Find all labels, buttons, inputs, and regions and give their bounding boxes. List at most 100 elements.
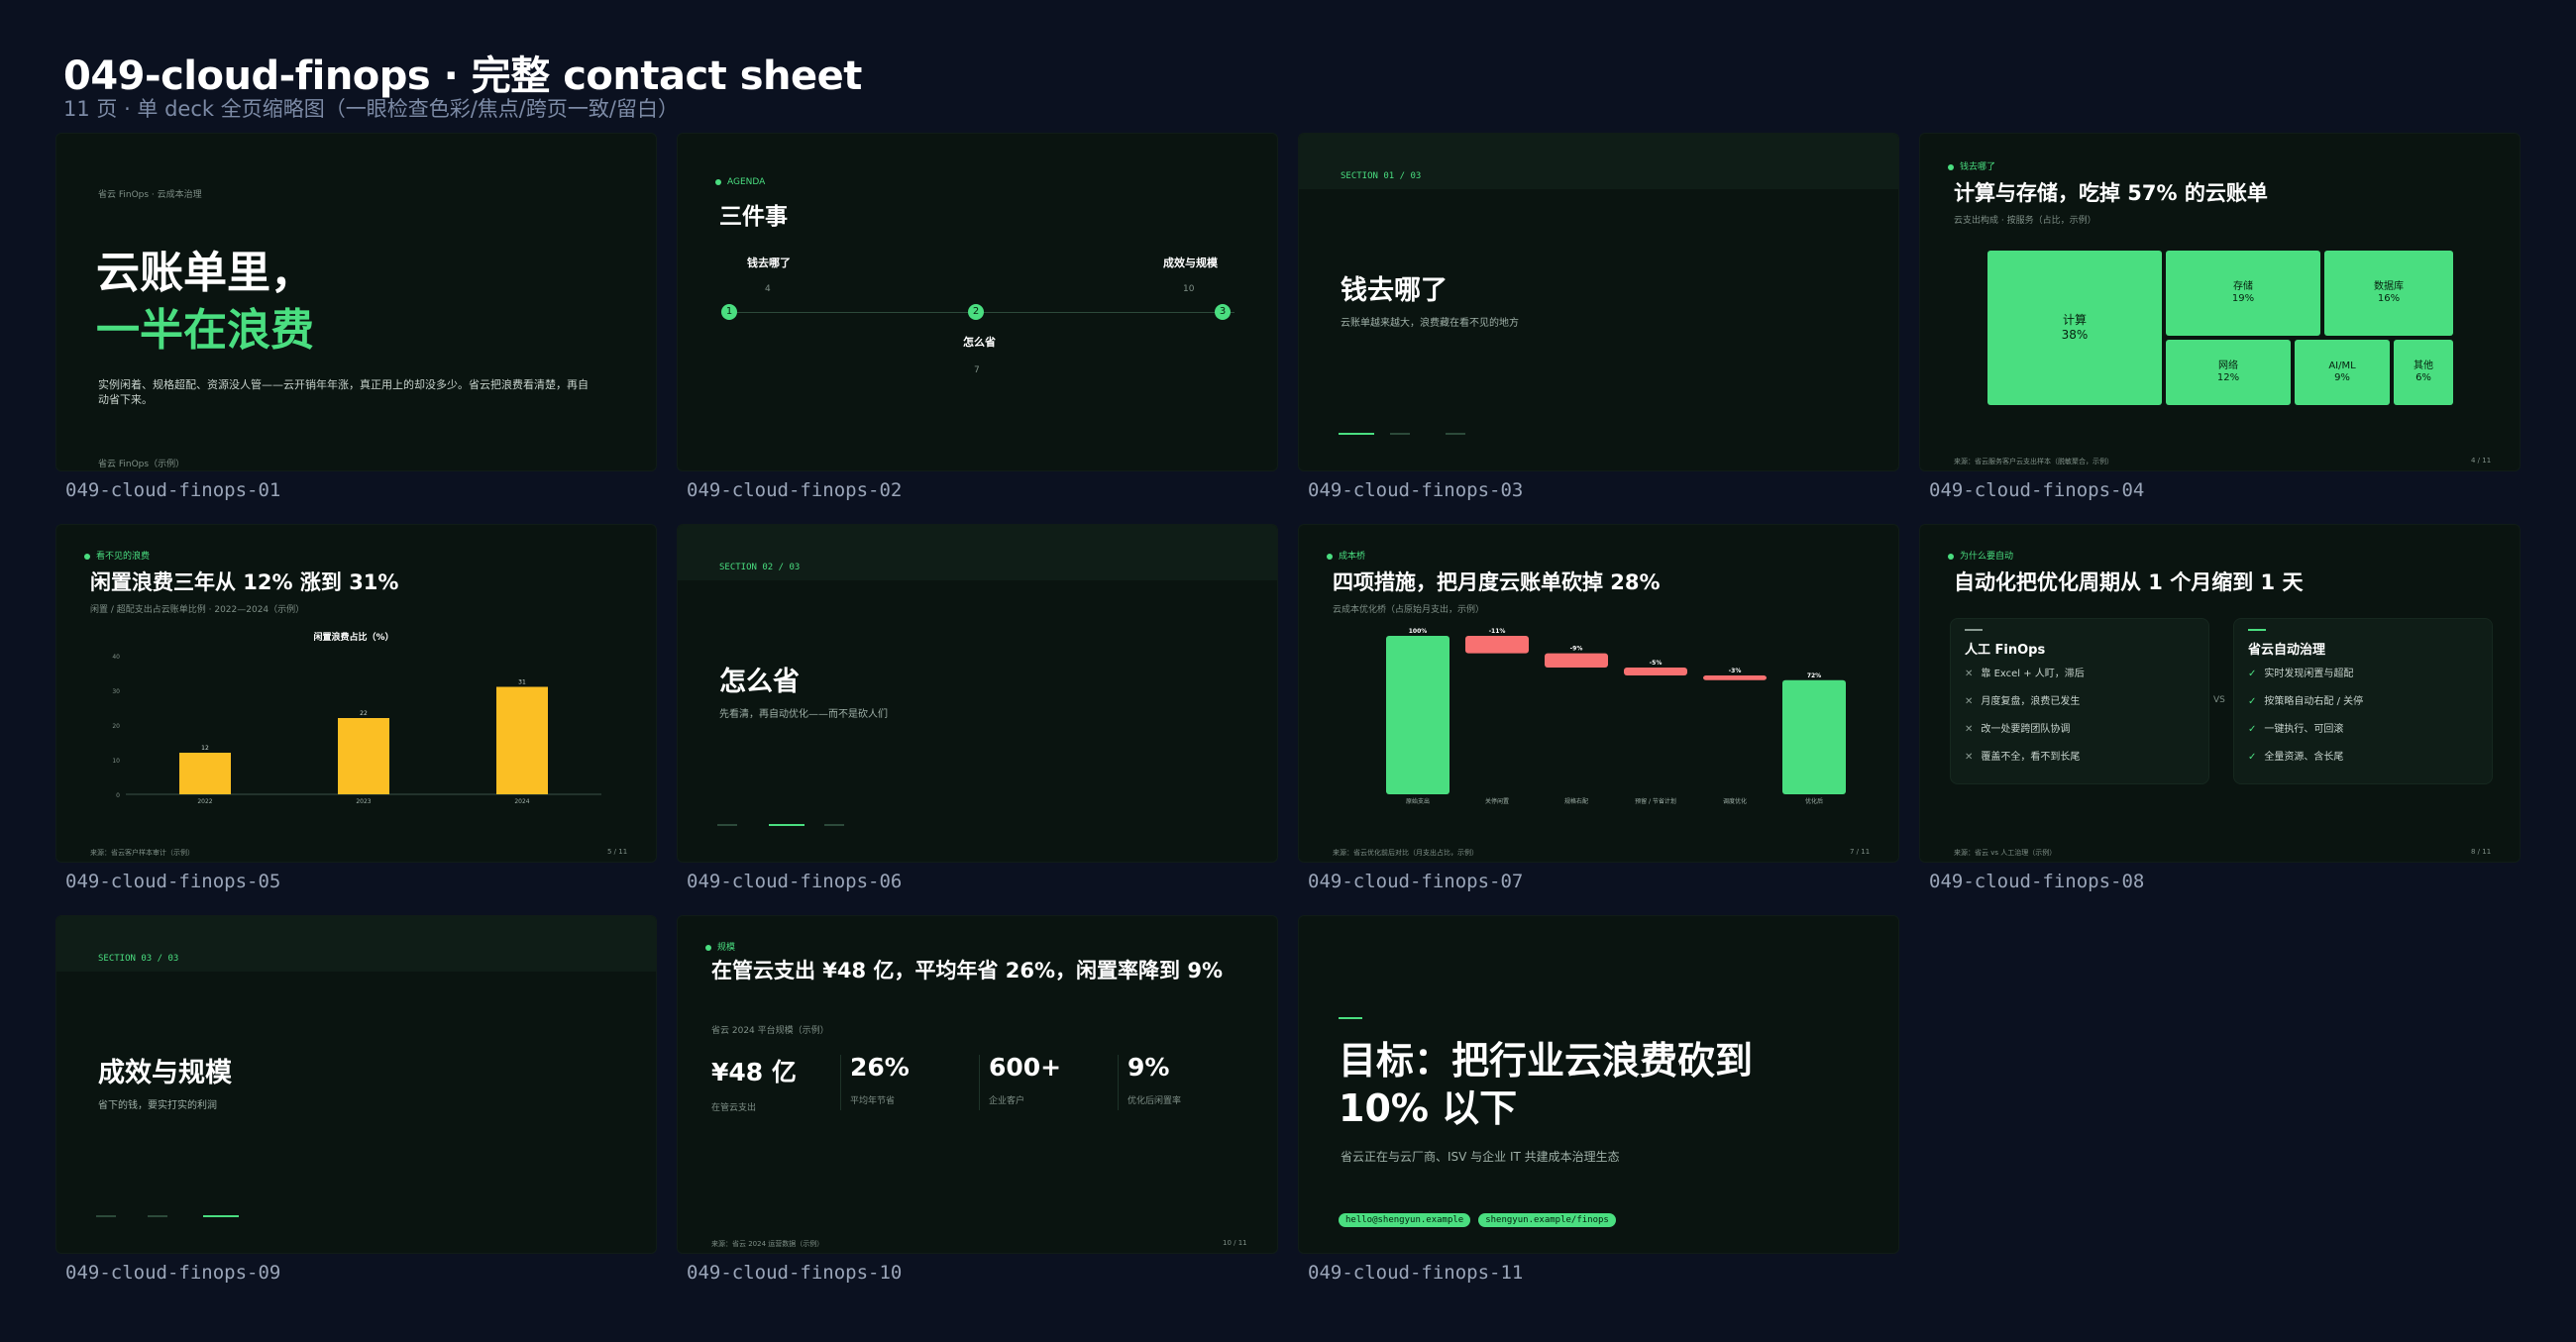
progress-step [824,824,844,826]
slide-caption-08: 049-cloud-finops-08 [1929,871,2145,892]
slide-sub: 云账单越来越大，浪费藏在看不见的地方 [1341,318,1519,329]
treemap-cell-value: 12% [2216,372,2240,383]
kpi-label: 企业客户 [989,1096,1025,1106]
chart-bars: 100% 原始支出 -11% 关停闲置 -9% 规格右配 -5% 预留 / 节省计划 -3% 调度… [1386,628,1846,805]
slide-sub: 先看清，再自动优化——而不是砍人们 [719,709,888,720]
treemap-cell-database: 数据库 16% [2324,251,2453,336]
kpi-value: 9% [1127,1053,1170,1082]
treemap-cell-network: 网络 12% [2166,340,2291,405]
agenda-item-label: 成效与规模 [1163,257,1218,269]
kpi-block: ¥48 亿 在管云支出 [711,1053,840,1113]
treemap-cell-value: 9% [2334,372,2350,383]
y-tick-label: 40 [112,654,120,661]
agenda-item-label: 钱去哪了 [747,257,791,269]
panel-accent [2248,629,2266,631]
slide-thumbnail-11[interactable]: 目标：把行业云浪费砍到 10% 以下 省云正在与云厂商、ISV 与企业 IT 共… [1298,915,1899,1254]
treemap-cell-compute: 计算 38% [1987,251,2162,405]
bar-value-label: -11% [1489,628,1506,635]
slide-thumbnail-08[interactable]: 为什么要自动 自动化把优化周期从 1 个月缩到 1 天 人工 FinOps ✕ 靠… [1919,524,2521,863]
contact-url-pill[interactable]: shengyun.example/finops [1478,1213,1616,1227]
slide-thumbnail-04[interactable]: 钱去哪了 计算与存储，吃掉 57% 的云账单 云支出构成 · 按服务（占比，示例… [1919,133,2521,471]
kpi-divider [1118,1055,1119,1110]
panel-accent [1965,629,1983,631]
slide-thumbnail-01[interactable]: 省云 FinOps · 云成本治理 云账单里， 一半在浪费 实例闲着、规格超配、… [55,133,657,471]
slide-label: AGENDA [727,177,766,187]
bullet-icon [1948,553,1954,560]
progress-step [717,824,737,826]
chart-bar [179,753,231,794]
check-icon: ✓ [2248,724,2257,735]
manual-finops-panel: 人工 FinOps ✕ 靠 Excel + 人盯，滞后 ✕ 月度复盘，浪费已发生 ✕… [1950,618,2209,784]
slide-sub: 省下的钱，要实打实的利润 [98,1100,217,1111]
check-icon: ✓ [2248,752,2257,763]
title-accent [1339,1017,1362,1019]
progress-step-active [203,1215,239,1217]
progress-step [96,1215,116,1217]
treemap-cell-name: 其他 [2414,360,2433,371]
slide-thumbnail-09[interactable]: SECTION 03 / 03 成效与规模 省下的钱，要实打实的利润 [55,915,657,1254]
panel-title: 人工 FinOps [1965,643,2046,658]
slide-label: 钱去哪了 [1960,162,1996,172]
progress-step [1446,433,1465,435]
slide-title: 成效与规模 [98,1058,232,1088]
page-number: 10 / 11 [1223,1239,1247,1247]
slide-thumbnail-06[interactable]: SECTION 02 / 03 怎么省 先看清，再自动优化——而不是砍人们 [677,524,1278,863]
slide-sub: 省云 2024 平台规模（示例） [711,1026,829,1036]
kpi-label: 在管云支出 [711,1103,757,1113]
treemap-cell-value: 6% [2415,372,2431,383]
waterfall-step-bar [1465,636,1529,654]
slide-thumbnail-03[interactable]: SECTION 01 / 03 钱去哪了 云账单越来越大，浪费藏在看不见的地方 [1298,133,1899,471]
auto-governance-panel: 省云自动治理 ✓ 实时发现闲置与超配 ✓ 按策略自动右配 / 关停 ✓ 一键执行、可回… [2233,618,2493,784]
slide-kicker: 省云 FinOps · 云成本治理 [98,190,202,200]
slide-title: 钱去哪了 [1341,275,1448,306]
page-number: 7 / 11 [1850,848,1871,856]
panel-item: 改一处要跨团队协调 [1981,724,2071,735]
agenda-item-page: 4 [765,284,771,294]
kpi-divider [840,1055,841,1110]
panel-item: 覆盖不全，看不到长尾 [1981,752,2081,763]
slide-title: 自动化把优化周期从 1 个月缩到 1 天 [1954,570,2304,594]
slide-thumbnail-07[interactable]: 成本桥 四项措施，把月度云账单砍掉 28% 云成本优化桥（占原始月支出，示例） … [1298,524,1899,863]
bar-value-label: -5% [1650,660,1663,667]
agenda-item-page: 7 [974,365,980,375]
progress-step [1390,433,1410,435]
slide-footer: 来源：省云客户样本审计（示例） [90,849,194,857]
bar-value-label: 72% [1807,672,1821,679]
slide-caption-09: 049-cloud-finops-09 [65,1262,281,1284]
slide-caption-07: 049-cloud-finops-07 [1308,871,1524,892]
contact-email-pill[interactable]: hello@shengyun.example [1339,1213,1471,1227]
waterfall-total-bar [1386,636,1449,794]
treemap-cell-aiml: AI/ML 9% [2295,340,2390,405]
waterfall-step-bar [1624,668,1687,675]
page-number: 5 / 11 [607,848,628,856]
cross-icon: ✕ [1965,752,1974,763]
x-tick-label: 原始支出 [1406,797,1430,805]
slide-title: 三件事 [719,204,788,230]
slide-caption-04: 049-cloud-finops-04 [1929,479,2145,501]
kpi-block: 600+ 企业客户 [989,1053,1118,1106]
bar-value-label: -9% [1570,646,1583,653]
slide-thumbnail-05[interactable]: 看不见的浪费 闲置浪费三年从 12% 涨到 31% 闲置 / 超配支出占云账单比… [55,524,657,863]
progress-step-active [769,824,805,826]
slide-thumbnail-02[interactable]: AGENDA 三件事 1 2 3 钱去哪了 4 怎么省 7 成效与规模 10 [677,133,1278,471]
treemap-cell-value: 16% [2377,293,2401,304]
waterfall-total-bar [1782,679,1846,794]
x-tick-label: 2023 [356,798,371,805]
kpi-block: 9% 优化后闲置率 [1127,1053,1256,1106]
progress-step-active [1339,433,1374,435]
x-tick-label: 优化后 [1805,797,1823,805]
treemap-cell-other: 其他 6% [2394,340,2453,405]
y-tick-label: 10 [112,758,120,765]
slide-label: 为什么要自动 [1960,552,2014,562]
slide-thumbnail-10[interactable]: 规模 在管云支出 ¥48 亿，平均年省 26%，闲置率降到 9% 省云 2024… [677,915,1278,1254]
bar-value-label: 12 [201,745,209,752]
slide-sub: 省云正在与云厂商、ISV 与企业 IT 共建成本治理生态 [1341,1150,1620,1164]
slide-footer: 来源：省云 2024 运营数据（示例） [711,1240,824,1248]
agenda-node-1: 1 [721,304,737,320]
panel-title: 省云自动治理 [2248,643,2326,658]
treemap-cell-name: AI/ML [2328,360,2356,371]
check-icon: ✓ [2248,696,2257,707]
x-tick-label: 2022 [197,798,212,805]
bullet-icon [705,944,711,951]
page-number: 8 / 11 [2471,848,2492,856]
